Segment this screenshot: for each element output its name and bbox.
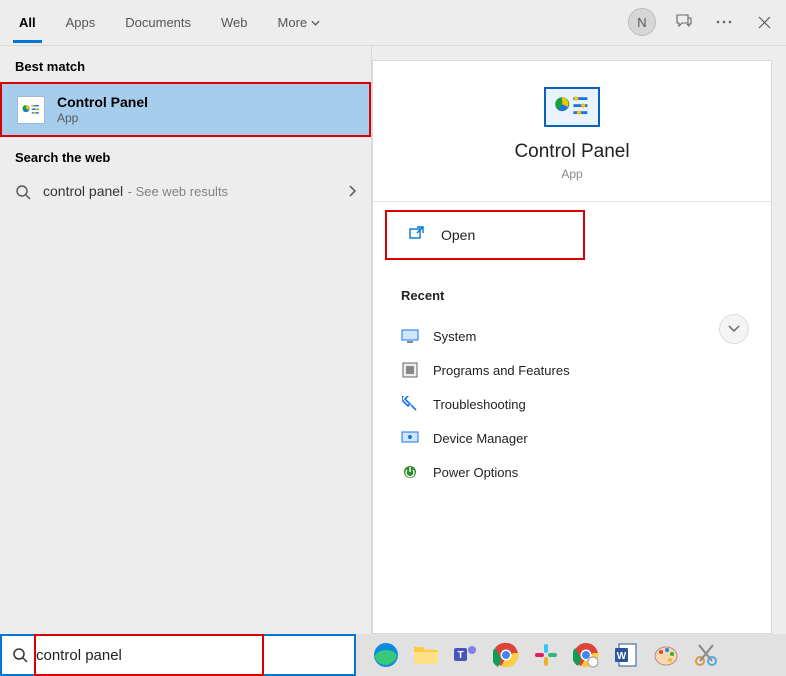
search-icon xyxy=(15,184,31,200)
search-box[interactable] xyxy=(0,634,356,676)
user-avatar[interactable]: N xyxy=(628,8,656,36)
expand-button[interactable] xyxy=(719,314,749,344)
recent-item-label: Troubleshooting xyxy=(433,397,526,412)
open-label: Open xyxy=(441,227,475,243)
recent-label: Recent xyxy=(401,288,749,303)
more-options-icon[interactable] xyxy=(712,20,736,24)
recent-item-device-manager[interactable]: Device Manager xyxy=(401,421,749,455)
chevron-down-icon xyxy=(728,325,740,333)
system-icon xyxy=(401,327,419,345)
search-icon xyxy=(12,647,28,663)
programs-icon xyxy=(401,361,419,379)
tab-all[interactable]: All xyxy=(15,3,40,42)
recent-item-label: Device Manager xyxy=(433,431,528,446)
svg-text:W: W xyxy=(617,651,627,662)
taskbar-explorer-icon[interactable] xyxy=(412,641,440,669)
taskbar-chrome2-icon[interactable] xyxy=(572,641,600,669)
best-match-text: Control Panel App xyxy=(57,94,148,125)
close-icon[interactable] xyxy=(752,16,776,29)
taskbar-paint-icon[interactable] xyxy=(652,641,680,669)
control-panel-icon xyxy=(17,96,45,124)
control-panel-icon-large xyxy=(544,87,600,127)
open-icon xyxy=(409,226,425,244)
tabs-bar: All Apps Documents Web More N xyxy=(0,0,786,46)
troubleshooting-icon xyxy=(401,395,419,413)
web-query-text: control panel xyxy=(43,183,123,199)
recent-item-label: Power Options xyxy=(433,465,518,480)
details-subtitle: App xyxy=(373,167,771,181)
chevron-right-icon xyxy=(348,184,356,200)
best-match-title: Control Panel xyxy=(57,94,148,110)
card-header: Control Panel App xyxy=(373,61,771,201)
best-match-item[interactable]: Control Panel App xyxy=(0,82,371,137)
left-pane: Best match Control Panel App Search the … xyxy=(0,46,372,634)
device-manager-icon xyxy=(401,429,419,447)
main-content: Best match Control Panel App Search the … xyxy=(0,46,786,634)
taskbar-slack-icon[interactable] xyxy=(532,641,560,669)
open-action[interactable]: Open xyxy=(385,210,585,260)
header-right: N xyxy=(628,8,776,36)
tab-apps[interactable]: Apps xyxy=(62,3,100,42)
taskbar-edge-icon[interactable] xyxy=(372,641,400,669)
search-web-label: Search the web xyxy=(0,137,371,173)
search-input[interactable] xyxy=(36,647,344,664)
feedback-icon[interactable] xyxy=(672,13,696,31)
right-pane: Control Panel App Open Recent System xyxy=(372,46,786,634)
chevron-down-icon xyxy=(311,20,320,26)
web-suffix-text: - See web results xyxy=(128,184,228,199)
tab-more[interactable]: More xyxy=(274,3,325,42)
taskbar-word-icon[interactable]: W xyxy=(612,641,640,669)
divider xyxy=(373,201,771,202)
recent-section: Recent System Programs and Features Trou… xyxy=(373,260,771,489)
details-card: Control Panel App Open Recent System xyxy=(372,60,772,634)
recent-item-system[interactable]: System xyxy=(401,319,749,353)
recent-item-troubleshooting[interactable]: Troubleshooting xyxy=(401,387,749,421)
taskbar-snip-icon[interactable] xyxy=(692,641,720,669)
web-result-item[interactable]: control panel - See web results xyxy=(0,173,371,211)
recent-item-power[interactable]: Power Options xyxy=(401,455,749,489)
taskbar-chrome-icon[interactable] xyxy=(492,641,520,669)
tab-web[interactable]: Web xyxy=(217,3,252,42)
best-match-subtitle: App xyxy=(57,111,148,125)
taskbar-teams-icon[interactable]: T xyxy=(452,641,480,669)
best-match-label: Best match xyxy=(0,46,371,82)
recent-item-label: Programs and Features xyxy=(433,363,570,378)
taskbar: T W xyxy=(356,634,786,676)
bottom-bar: T W xyxy=(0,634,786,676)
power-icon xyxy=(401,463,419,481)
tab-documents[interactable]: Documents xyxy=(121,3,195,42)
svg-text:T: T xyxy=(457,650,463,661)
web-result-left: control panel - See web results xyxy=(15,183,228,201)
details-title: Control Panel xyxy=(373,141,771,163)
recent-item-label: System xyxy=(433,329,476,344)
recent-item-programs[interactable]: Programs and Features xyxy=(401,353,749,387)
